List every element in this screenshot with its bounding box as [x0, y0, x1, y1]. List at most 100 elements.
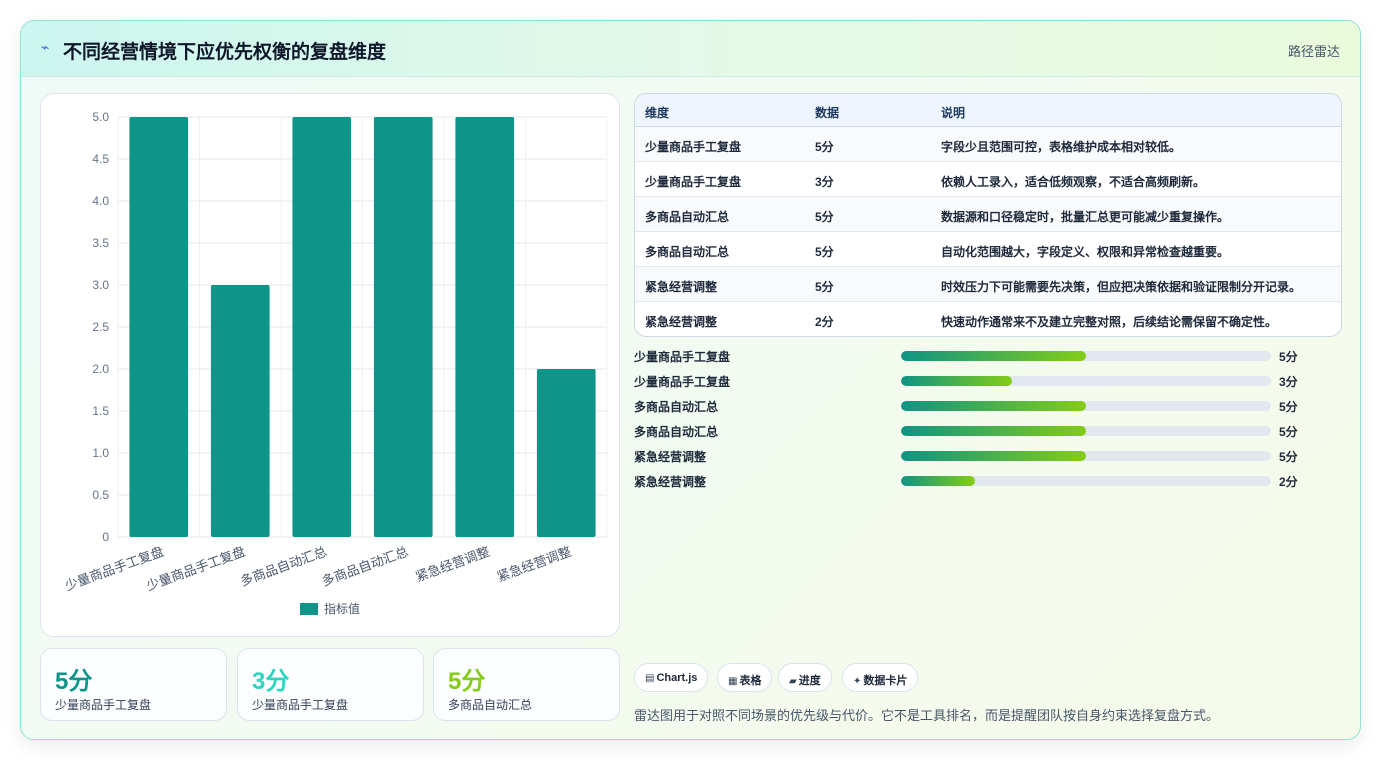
chip-data-cards[interactable]: ✦ 数据卡片: [842, 663, 919, 692]
table-row: 少量商品手工复盘 3分 依赖人工录入，适合低频观察，不适合高频刷新。: [635, 162, 1341, 197]
progress-value: 5分: [1279, 350, 1298, 364]
x-tick-label: 多商品自动汇总: [320, 544, 411, 589]
progress-label: 少量商品手工复盘: [634, 350, 731, 364]
cell-description: 依赖人工录入，适合低频观察，不适合高频刷新。: [941, 175, 1206, 189]
y-tick-label: 3.5: [92, 236, 109, 250]
cell-dimension: 多商品自动汇总: [645, 210, 730, 224]
bar-chart-panel: 0 0.5 1.0 1.5 2.0 2.5 3.0 3.5 4.0 4.5 5.0 少量商品手工复盘少…: [40, 93, 620, 637]
table-row: 紧急经营调整 2分 快速动作通常来不及建立完整对照，后续结论需保留不确定性。: [635, 302, 1341, 336]
cell-description: 时效压力下可能需要先决策，但应把决策依据和验证限制分开记录。: [941, 280, 1302, 294]
progress-track: [901, 476, 1271, 486]
y-tick-label: 2.5: [92, 320, 109, 334]
x-tick-label: 紧急经营调整: [495, 544, 573, 585]
y-tick-label: 0.5: [92, 488, 109, 502]
table-row: 少量商品手工复盘 5分 字段少且范围可控，表格维护成本相对较低。: [635, 127, 1341, 162]
y-tick-label: 3.0: [92, 278, 109, 292]
bar: [292, 117, 352, 537]
stat-label: 多商品自动汇总: [448, 698, 533, 712]
x-tick-label: 紧急经营调整: [413, 544, 491, 585]
cell-data: 5分: [815, 210, 834, 224]
chip-label: 进度: [798, 675, 821, 687]
stat-value: 3分: [252, 668, 290, 695]
chart-icon: ▤: [645, 673, 655, 684]
page-title: 不同经营情境下应优先权衡的复盘维度: [63, 42, 387, 63]
y-tick-label: 4.5: [92, 152, 109, 166]
progress-track: [901, 376, 1271, 386]
progress-label: 少量商品手工复盘: [634, 375, 731, 389]
progress-fill: [901, 476, 975, 486]
progress-row: 少量商品手工复盘 3分: [634, 371, 1334, 391]
progress-label: 多商品自动汇总: [634, 400, 719, 414]
table-row: 多商品自动汇总 5分 数据源和口径稳定时，批量汇总更可能减少重复操作。: [635, 197, 1341, 232]
chip-progress[interactable]: ▰ 进度: [778, 663, 832, 692]
bar: [129, 117, 189, 537]
legend-label: 指标值: [324, 601, 360, 616]
progress-track: [901, 426, 1271, 436]
bolt-icon: ⌁: [41, 39, 50, 55]
chip-table[interactable]: ▦ 表格: [717, 663, 773, 692]
header-tag: 路径雷达: [1287, 44, 1340, 59]
progress-label: 多商品自动汇总: [634, 425, 719, 439]
progress-track: [901, 351, 1271, 361]
y-tick-label: 0: [102, 530, 109, 544]
cell-dimension: 紧急经营调整: [645, 315, 718, 329]
y-tick-label: 2.0: [92, 362, 109, 376]
progress-track: [901, 451, 1271, 461]
cell-data: 5分: [815, 140, 834, 154]
stat-card: 3分 少量商品手工复盘: [237, 648, 424, 721]
progress-row: 多商品自动汇总 5分: [634, 421, 1334, 441]
cell-description: 自动化范围越大，字段定义、权限和异常检查越重要。: [941, 245, 1230, 259]
progress-row: 少量商品手工复盘 5分: [634, 346, 1334, 366]
stat-card: 5分 少量商品手工复盘: [40, 648, 227, 721]
stat-label: 少量商品手工复盘: [252, 698, 349, 712]
progress-row: 紧急经营调整 5分: [634, 446, 1334, 466]
chip-chartjs[interactable]: ▤ Chart.js: [634, 663, 709, 692]
y-tick-label: 4.0: [92, 194, 109, 208]
progress-fill: [901, 351, 1086, 361]
bar: [536, 369, 596, 537]
cell-dimension: 紧急经营调整: [645, 280, 718, 294]
footnote: 雷达图用于对照不同场景的优先级与代价。它不是工具排名，而是提醒团队按自身约束选择…: [634, 708, 1220, 723]
data-table: 维度 数据 说明 少量商品手工复盘 5分 字段少且范围可控，表格维护成本相对较低…: [634, 93, 1342, 337]
progress-fill: [901, 426, 1086, 436]
stat-label: 少量商品手工复盘: [55, 698, 152, 712]
stat-value: 5分: [448, 668, 486, 695]
progress-value: 5分: [1279, 450, 1298, 464]
cell-description: 数据源和口径稳定时，批量汇总更可能减少重复操作。: [941, 210, 1230, 224]
stat-value: 5分: [55, 668, 93, 695]
x-tick-label: 多商品自动汇总: [238, 544, 329, 589]
progress-value: 3分: [1279, 375, 1298, 389]
bar-chart: 00.51.01.52.02.53.03.54.04.55.0少量商品手工复盘少…: [63, 110, 608, 616]
sparkle-icon: ✦: [853, 676, 862, 687]
header-data: 数据: [815, 106, 840, 120]
progress-track: [901, 401, 1271, 411]
progress-icon: ▰: [789, 676, 797, 687]
cell-description: 快速动作通常来不及建立完整对照，后续结论需保留不确定性。: [941, 315, 1278, 329]
table-icon: ▦: [728, 676, 738, 687]
progress-fill: [901, 401, 1086, 411]
progress-value: 5分: [1279, 425, 1298, 439]
chip-label: 表格: [739, 675, 762, 687]
chip-label: Chart.js: [656, 672, 698, 684]
progress-row: 紧急经营调整 2分: [634, 471, 1334, 491]
bar: [210, 285, 270, 537]
progress-fill: [901, 376, 1012, 386]
progress-label: 紧急经营调整: [634, 475, 707, 489]
y-tick-label: 1.0: [92, 446, 109, 460]
progress-label: 紧急经营调整: [634, 450, 707, 464]
chip-label: 数据卡片: [863, 675, 908, 687]
cell-dimension: 少量商品手工复盘: [645, 175, 742, 189]
cell-data: 5分: [815, 280, 834, 294]
progress-fill: [901, 451, 1086, 461]
table-row: 多商品自动汇总 5分 自动化范围越大，字段定义、权限和异常检查越重要。: [635, 232, 1341, 267]
y-tick-label: 5.0: [92, 110, 109, 124]
table-row: 紧急经营调整 5分 时效压力下可能需要先决策，但应把决策依据和验证限制分开记录。: [635, 267, 1341, 302]
cell-dimension: 多商品自动汇总: [645, 245, 730, 259]
progress-value: 5分: [1279, 400, 1298, 414]
cell-dimension: 少量商品手工复盘: [645, 140, 742, 154]
y-tick-label: 1.5: [92, 404, 109, 418]
progress-value: 2分: [1279, 475, 1298, 489]
dashboard-card: ⌁ 不同经营情境下应优先权衡的复盘维度 路径雷达 0 0.5 1.0 1.5 2.0 2.…: [20, 20, 1361, 740]
bar: [455, 117, 515, 537]
stat-card: 5分 多商品自动汇总: [433, 648, 620, 721]
